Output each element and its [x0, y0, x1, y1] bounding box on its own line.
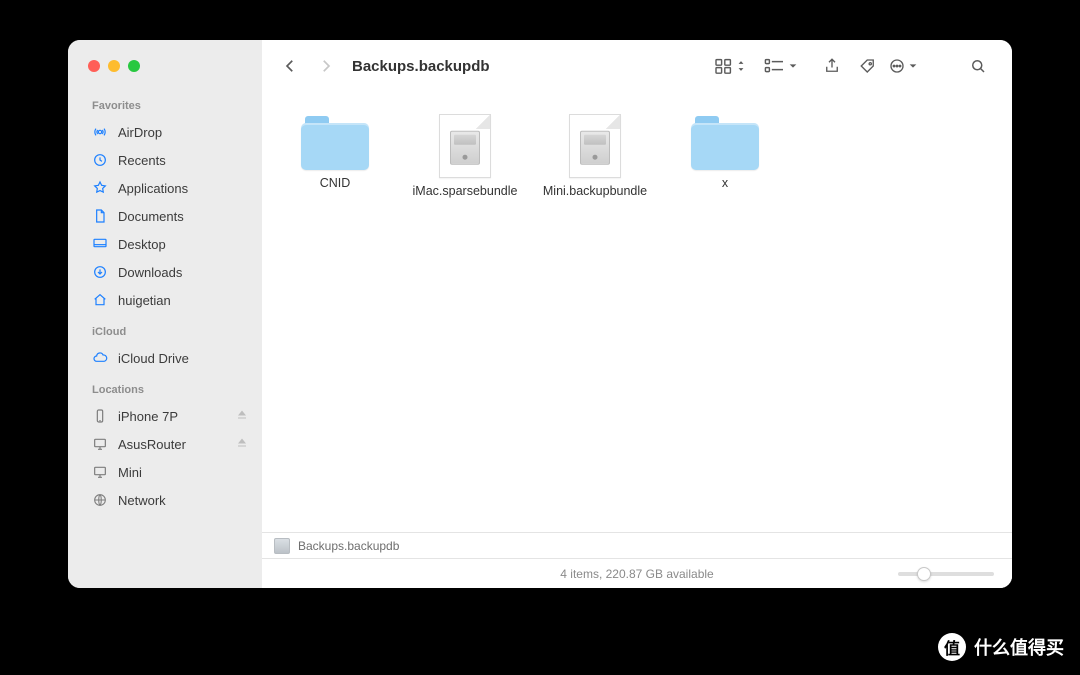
sidebar-item-label: Network: [118, 493, 166, 508]
forward-button[interactable]: [310, 52, 342, 80]
path-bar[interactable]: Backups.backupdb: [262, 532, 1012, 558]
view-mode-control[interactable]: [714, 58, 746, 74]
sidebar-heading: Favorites: [68, 94, 262, 118]
actions-menu[interactable]: [888, 57, 918, 75]
sidebar-item-label: Downloads: [118, 265, 182, 280]
sidebar-item-icloud-drive[interactable]: iCloud Drive: [68, 344, 262, 372]
close-window-button[interactable]: [88, 60, 100, 72]
window-controls: [68, 60, 262, 72]
watermark-badge: 值: [938, 633, 966, 661]
folder-icon: [301, 114, 369, 170]
monitor-icon: [92, 436, 108, 452]
share-button[interactable]: [816, 52, 848, 80]
item-label: iMac.sparsebundle: [413, 184, 518, 200]
chevron-down-icon: [788, 61, 798, 71]
sidebar-item-label: Documents: [118, 209, 184, 224]
house-icon: [92, 292, 108, 308]
sidebar-item-recents[interactable]: Recents: [68, 146, 262, 174]
sidebar-heading: iCloud: [68, 320, 262, 344]
file-grid[interactable]: CNID iMac.sparsebundle Mini.backupbundle…: [262, 92, 1012, 532]
sidebar-item-documents[interactable]: Documents: [68, 202, 262, 230]
path-segment: Backups.backupdb: [298, 539, 399, 553]
sidebar-section-locations: Locations iPhone 7P AsusRouter Mini Netw…: [68, 378, 262, 520]
group-by-control[interactable]: [764, 58, 798, 74]
disk-icon: [274, 538, 290, 554]
clock-icon: [92, 152, 108, 168]
sidebar-item-applications[interactable]: Applications: [68, 174, 262, 202]
sparsebundle-icon: [439, 114, 491, 178]
zoom-window-button[interactable]: [128, 60, 140, 72]
sidebar-item-iphone[interactable]: iPhone 7P: [68, 402, 262, 430]
sidebar-item-label: Desktop: [118, 237, 166, 252]
folder-icon: [691, 114, 759, 170]
minimize-window-button[interactable]: [108, 60, 120, 72]
sidebar-item-label: iCloud Drive: [118, 351, 189, 366]
sidebar-item-desktop[interactable]: Desktop: [68, 230, 262, 258]
toolbar: Backups.backupdb: [262, 40, 1012, 92]
sidebar-item-asusrouter[interactable]: AsusRouter: [68, 430, 262, 458]
item-label: x: [722, 176, 728, 192]
watermark: 值 什么值得买: [938, 633, 1064, 661]
folder-item[interactable]: x: [660, 114, 790, 200]
sidebar-item-downloads[interactable]: Downloads: [68, 258, 262, 286]
icon-size-slider[interactable]: [898, 572, 994, 576]
eject-icon[interactable]: [236, 409, 248, 424]
tags-button[interactable]: [852, 52, 884, 80]
chevron-updown-icon: [736, 59, 746, 73]
slider-knob[interactable]: [917, 567, 931, 581]
sidebar-item-label: iPhone 7P: [118, 409, 178, 424]
sidebar-item-label: Applications: [118, 181, 188, 196]
sidebar: Favorites AirDrop Recents Applications D…: [68, 40, 262, 588]
iphone-icon: [92, 408, 108, 424]
downloads-icon: [92, 264, 108, 280]
desktop-icon: [92, 236, 108, 252]
eject-icon[interactable]: [236, 437, 248, 452]
sidebar-item-label: AsusRouter: [118, 437, 186, 452]
sidebar-item-airdrop[interactable]: AirDrop: [68, 118, 262, 146]
item-label: CNID: [320, 176, 351, 192]
sidebar-section-favorites: Favorites AirDrop Recents Applications D…: [68, 94, 262, 320]
sidebar-item-label: Recents: [118, 153, 166, 168]
backupbundle-icon: [569, 114, 621, 178]
watermark-text: 什么值得买: [974, 634, 1064, 660]
monitor-icon: [92, 464, 108, 480]
sidebar-item-mini[interactable]: Mini: [68, 458, 262, 486]
sidebar-item-label: huigetian: [118, 293, 171, 308]
applications-icon: [92, 180, 108, 196]
sidebar-item-home[interactable]: huigetian: [68, 286, 262, 314]
cloud-icon: [92, 350, 108, 366]
sidebar-section-icloud: iCloud iCloud Drive: [68, 320, 262, 378]
status-bar: 4 items, 220.87 GB available: [262, 558, 1012, 588]
document-icon: [92, 208, 108, 224]
sidebar-item-label: Mini: [118, 465, 142, 480]
back-button[interactable]: [274, 52, 306, 80]
bundle-item[interactable]: Mini.backupbundle: [530, 114, 660, 200]
globe-icon: [92, 492, 108, 508]
window-title: Backups.backupdb: [352, 58, 490, 75]
chevron-down-icon: [908, 61, 918, 71]
main-pane: Backups.backupdb CNID: [262, 40, 1012, 588]
folder-item[interactable]: CNID: [270, 114, 400, 200]
finder-window: Favorites AirDrop Recents Applications D…: [68, 40, 1012, 588]
sidebar-heading: Locations: [68, 378, 262, 402]
item-label: Mini.backupbundle: [543, 184, 647, 200]
sidebar-item-network[interactable]: Network: [68, 486, 262, 514]
sidebar-item-label: AirDrop: [118, 125, 162, 140]
bundle-item[interactable]: iMac.sparsebundle: [400, 114, 530, 200]
airdrop-icon: [92, 124, 108, 140]
status-text: 4 items, 220.87 GB available: [560, 567, 713, 581]
search-button[interactable]: [962, 52, 994, 80]
